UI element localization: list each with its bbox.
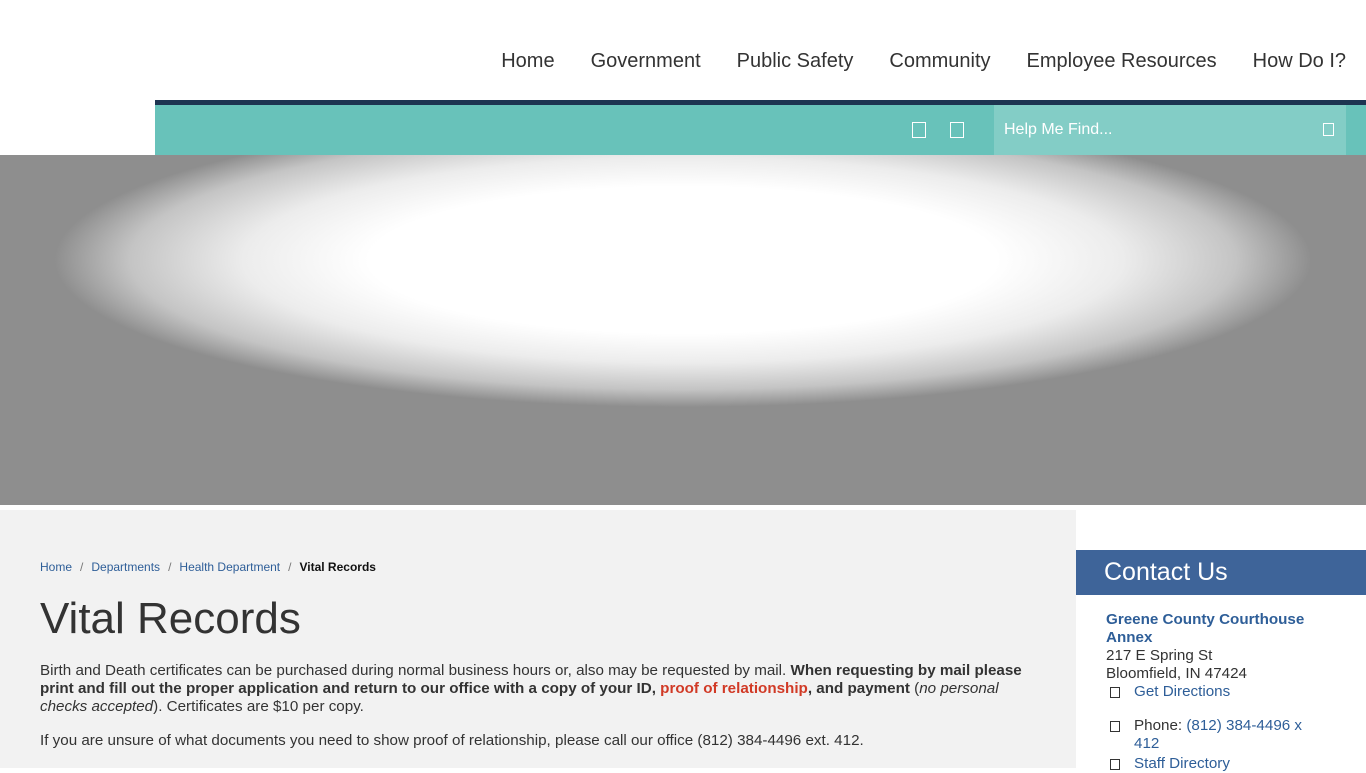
search-box	[994, 105, 1346, 155]
nav-item-public-safety[interactable]: Public Safety	[737, 50, 854, 73]
staff-directory-icon	[1110, 759, 1120, 770]
contact-city: Bloomfield, IN 47424	[1106, 665, 1247, 682]
contact-sidebar: Contact Us Greene County Courthouse Anne…	[1076, 550, 1366, 772]
translate-icon[interactable]	[912, 122, 926, 138]
breadcrumb-separator: /	[80, 560, 84, 574]
contact-heading: Contact Us	[1076, 550, 1366, 595]
phone-label: Phone:	[1134, 717, 1187, 734]
breadcrumb-separator: /	[288, 560, 292, 574]
hero-banner	[0, 155, 1366, 505]
directions-row: Get Directions	[1106, 683, 1366, 701]
breadcrumb-home[interactable]: Home	[40, 560, 72, 574]
contact-street: 217 E Spring St	[1106, 647, 1213, 664]
proof-of-relationship-link[interactable]: proof of relationship	[660, 680, 808, 697]
main-navigation: Home Government Public Safety Community …	[0, 0, 1366, 100]
breadcrumb-current: Vital Records	[299, 560, 376, 574]
page-title: Vital Records	[40, 594, 301, 643]
staff-row: Staff Directory	[1106, 755, 1366, 773]
payment-text: , and payment	[807, 680, 910, 697]
help-paragraph: If you are unsure of what documents you …	[40, 732, 864, 749]
paren-open: (	[909, 680, 920, 697]
breadcrumb-health-department[interactable]: Health Department	[179, 560, 280, 574]
intro-paragraph: Birth and Death certificates can be purc…	[40, 662, 1040, 716]
main-content: Home / Departments / Health Department /…	[0, 510, 1076, 768]
search-icon[interactable]	[1323, 123, 1334, 136]
price-text: ). Certificates are $10 per copy.	[153, 698, 364, 715]
contact-org-name: Greene County Courthouse Annex	[1106, 611, 1305, 646]
intro-text: Birth and Death certificates can be purc…	[40, 662, 791, 679]
nav-item-how-do-i[interactable]: How Do I?	[1253, 50, 1346, 73]
contact-body: Greene County Courthouse Annex 217 E Spr…	[1076, 595, 1366, 773]
get-directions-link[interactable]: Get Directions	[1134, 683, 1230, 701]
search-input[interactable]	[994, 105, 1314, 155]
phone-text: Phone: (812) 384-4496 x 412	[1134, 717, 1324, 753]
phone-row: Phone: (812) 384-4496 x 412	[1106, 717, 1366, 753]
nav-item-employee-resources[interactable]: Employee Resources	[1027, 50, 1217, 73]
phone-icon	[1110, 721, 1120, 732]
staff-directory-link[interactable]: Staff Directory	[1134, 755, 1230, 773]
utility-bar	[155, 100, 1366, 155]
breadcrumb-departments[interactable]: Departments	[91, 560, 160, 574]
map-marker-icon	[1110, 687, 1120, 698]
breadcrumb-separator: /	[168, 560, 172, 574]
nav-item-home[interactable]: Home	[501, 50, 554, 73]
share-icon[interactable]	[950, 122, 964, 138]
nav-item-community[interactable]: Community	[889, 50, 990, 73]
nav-item-government[interactable]: Government	[591, 50, 701, 73]
nav-list: Home Government Public Safety Community …	[465, 50, 1346, 73]
breadcrumb: Home / Departments / Health Department /…	[40, 560, 376, 574]
